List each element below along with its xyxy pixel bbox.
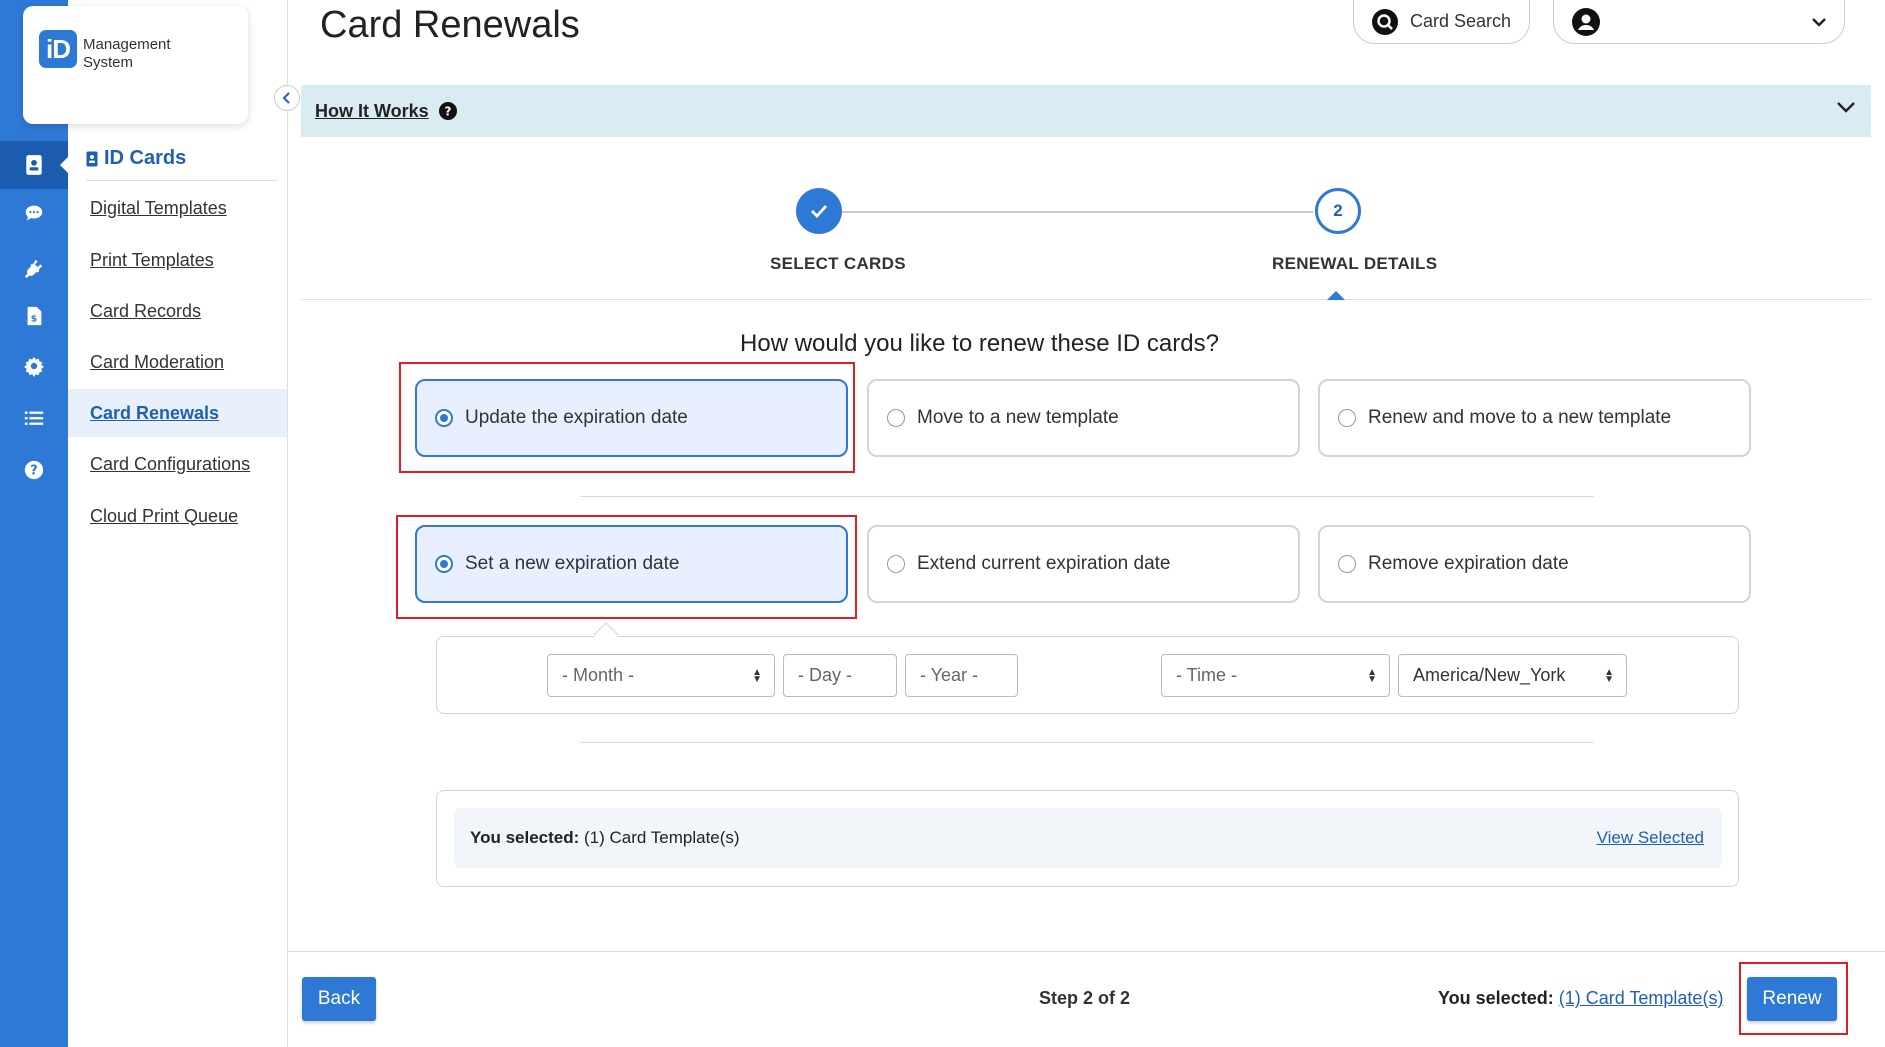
sidebar-item-print-templates[interactable]: Print Templates [68, 236, 287, 284]
how-it-works-bar[interactable]: How It Works ? [301, 85, 1871, 137]
selected-summary-text: You selected: (1) Card Template(s) [470, 828, 740, 848]
selected-value: (1) Card Template(s) [584, 828, 740, 847]
timezone-select[interactable]: America/New_York ▲ ▼ [1398, 654, 1627, 697]
option-remove-expiration[interactable]: Remove expiration date [1318, 525, 1751, 603]
year-input-value: - Year - [920, 665, 979, 685]
svg-text:?: ? [444, 105, 451, 119]
option-extend-expiration[interactable]: Extend current expiration date [867, 525, 1300, 603]
selected-summary: You selected: (1) Card Template(s) View … [454, 808, 1722, 868]
option-remove-expiration-label: Remove expiration date [1368, 553, 1569, 574]
sidebar-item-cloud-print-queue[interactable]: Cloud Print Queue [68, 492, 287, 540]
question-circle-icon: ? [438, 102, 457, 120]
day-input[interactable]: - Day - [783, 654, 897, 697]
step-2-label: RENEWAL DETAILS [1272, 254, 1438, 273]
sidebar: ID Cards Digital Templates Print Templat… [68, 0, 288, 1047]
footer-selected-link[interactable]: (1) Card Template(s) [1559, 988, 1724, 1008]
sidebar-item-digital-templates[interactable]: Digital Templates [68, 184, 287, 232]
search-icon [1372, 8, 1398, 35]
divider [580, 742, 1594, 743]
chevron-down-icon[interactable] [1837, 101, 1855, 113]
select-arrows-icon: ▲ ▼ [1367, 666, 1377, 685]
card-search-label: Card Search [1410, 11, 1512, 31]
stepper-line [840, 211, 1313, 213]
id-card-small-icon [86, 151, 98, 166]
divider [580, 496, 1594, 497]
page-title: Card Renewals [320, 4, 580, 46]
footer-selected-summary: You selected: (1) Card Template(s) [1438, 988, 1723, 1009]
renewal-question-text: How would you like to renew these ID car… [740, 330, 1219, 357]
view-selected-link[interactable]: View Selected [1597, 828, 1704, 848]
sidebar-item-card-records[interactable]: Card Records [68, 287, 287, 335]
renewal-question: How would you like to renew these ID car… [0, 330, 1885, 358]
select-arrows-icon: ▲ ▼ [752, 666, 762, 685]
back-button[interactable]: Back [302, 977, 376, 1021]
radio-move-template[interactable] [887, 409, 905, 427]
rail-id-cards[interactable] [0, 141, 68, 189]
selected-prefix: You selected: [470, 828, 580, 847]
option-extend-expiration-label: Extend current expiration date [917, 553, 1171, 574]
icon-rail: $ ? [0, 0, 68, 1047]
help-icon: ? [24, 460, 44, 480]
step-1-label: SELECT CARDS [770, 254, 906, 273]
rail-integrations[interactable] [0, 244, 68, 292]
chat-icon [25, 205, 43, 221]
step-2-current: 2 [1315, 188, 1361, 234]
highlight-annotation [1739, 962, 1848, 1035]
footer-selected-prefix: You selected: [1438, 988, 1554, 1008]
user-avatar-icon [1572, 7, 1600, 36]
sidebar-collapse-button[interactable] [274, 85, 300, 111]
id-card-icon [26, 155, 42, 175]
step-1-complete [796, 188, 842, 234]
user-menu-dropdown[interactable] [1553, 0, 1845, 44]
year-input[interactable]: - Year - [905, 654, 1018, 697]
time-select-value: - Time - [1176, 665, 1237, 685]
sidebar-item-card-configurations[interactable]: Card Configurations [68, 440, 287, 488]
chevron-left-icon [282, 92, 290, 104]
month-select[interactable]: - Month - ▲ ▼ [547, 654, 775, 697]
day-input-value: - Day - [798, 665, 852, 685]
current-step-pointer [1327, 291, 1345, 300]
option-renew-and-move-label: Renew and move to a new template [1368, 407, 1672, 428]
option-move-template[interactable]: Move to a new template [867, 379, 1300, 457]
month-select-value: - Month - [562, 665, 635, 685]
radio-renew-and-move[interactable] [1338, 409, 1356, 427]
checkmark-icon [811, 205, 828, 218]
highlight-annotation [396, 515, 857, 619]
integrations-icon [24, 259, 43, 279]
select-arrows-icon: ▲ ▼ [1604, 666, 1614, 685]
rail-messages[interactable] [0, 189, 68, 237]
billing-icon: $ [27, 306, 42, 326]
card-search-button[interactable]: Card Search [1353, 0, 1530, 44]
svg-text:?: ? [30, 464, 37, 479]
option-move-template-label: Move to a new template [917, 407, 1119, 428]
how-it-works-label[interactable]: How It Works [315, 101, 429, 122]
settings-gear-icon [23, 356, 45, 377]
radio-remove-expiration[interactable] [1338, 555, 1356, 573]
sidebar-heading: ID Cards [86, 147, 277, 181]
rail-help[interactable]: ? [0, 446, 68, 494]
radio-extend-expiration[interactable] [887, 555, 905, 573]
footer-divider [288, 951, 1885, 952]
timezone-select-value: America/New_York [1413, 665, 1566, 685]
stepper-divider [301, 299, 1871, 300]
time-select[interactable]: - Time - ▲ ▼ [1161, 654, 1390, 697]
sidebar-heading-label: ID Cards [104, 147, 187, 169]
rail-list[interactable] [0, 394, 68, 442]
svg-text:$: $ [31, 314, 37, 325]
list-icon [24, 411, 44, 425]
step-progress-text: Step 2 of 2 [1039, 988, 1131, 1008]
sidebar-item-card-renewals[interactable]: Card Renewals [68, 389, 287, 437]
chevron-down-icon [1812, 17, 1826, 27]
highlight-annotation [399, 362, 855, 473]
option-renew-and-move[interactable]: Renew and move to a new template [1318, 379, 1751, 457]
